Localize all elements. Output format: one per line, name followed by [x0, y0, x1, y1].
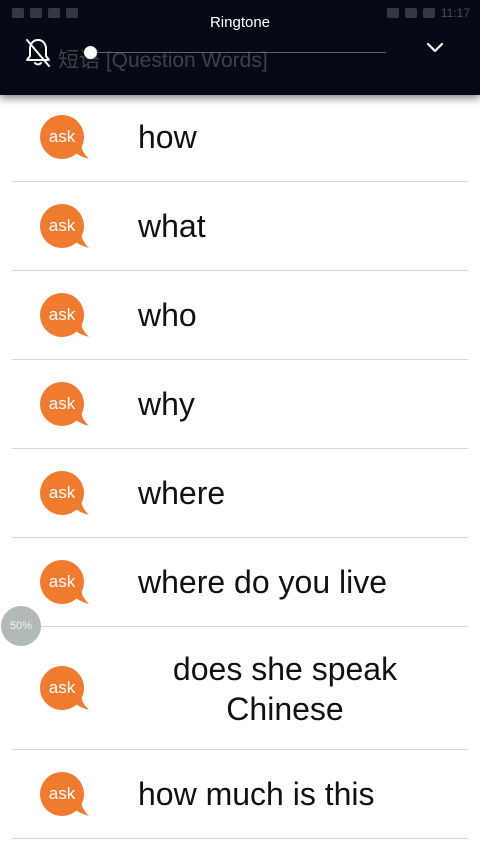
- list-item[interactable]: ask why: [0, 360, 480, 449]
- ask-badge-label: ask: [48, 215, 76, 235]
- chevron-down-icon: [426, 42, 444, 53]
- phrase-text: where do you live: [138, 564, 388, 600]
- ask-badge-label: ask: [48, 482, 76, 502]
- phrase-text: how much is this: [138, 776, 375, 812]
- collapse-button[interactable]: [420, 34, 450, 62]
- speech-bubble-icon: ask: [38, 771, 90, 819]
- speech-bubble-icon: ask: [38, 381, 90, 429]
- list-item[interactable]: ask how much is this: [0, 750, 480, 839]
- phrase-text: who: [138, 297, 197, 333]
- phrase-text: where: [138, 475, 226, 511]
- ask-badge-label: ask: [48, 571, 76, 591]
- ask-badge-label: ask: [48, 677, 76, 697]
- speech-bubble-icon: ask: [38, 292, 90, 340]
- phrase-text: does she speak Chinese: [172, 650, 398, 727]
- speech-bubble-icon: ask: [38, 559, 90, 607]
- bell-off-icon[interactable]: [24, 37, 52, 69]
- volume-slider-thumb[interactable]: [83, 46, 97, 59]
- volume-slider-track[interactable]: [84, 52, 386, 53]
- list-item[interactable]: ask what: [0, 182, 480, 271]
- list-item[interactable]: ask where do you live: [0, 538, 480, 627]
- phrase-text: what: [138, 208, 206, 244]
- speech-bubble-icon: ask: [38, 470, 90, 518]
- speech-bubble-icon: ask: [38, 114, 90, 162]
- ask-badge-label: ask: [48, 393, 76, 413]
- list-item[interactable]: ask who: [0, 271, 480, 360]
- phrase-text: why: [138, 386, 195, 422]
- phrase-text: how: [138, 119, 197, 155]
- volume-stream-title: Ringtone: [209, 14, 271, 31]
- ask-badge-label: ask: [48, 304, 76, 324]
- ask-badge-label: ask: [48, 126, 76, 146]
- list-item[interactable]: ask where: [0, 449, 480, 538]
- ask-badge-label: ask: [48, 783, 76, 803]
- speech-bubble-icon: ask: [38, 203, 90, 251]
- phrase-list: ask how ask what ask who ask why ask whe…: [0, 93, 480, 839]
- list-item[interactable]: ask how: [0, 93, 480, 182]
- list-item[interactable]: ask does she speak Chinese: [0, 627, 480, 750]
- speech-bubble-icon: ask: [38, 665, 90, 713]
- divider: [12, 838, 468, 839]
- zoom-level-badge[interactable]: 50%: [1, 606, 41, 646]
- volume-panel: 11:17 Ringtone 短语 [Question Words]: [0, 0, 480, 95]
